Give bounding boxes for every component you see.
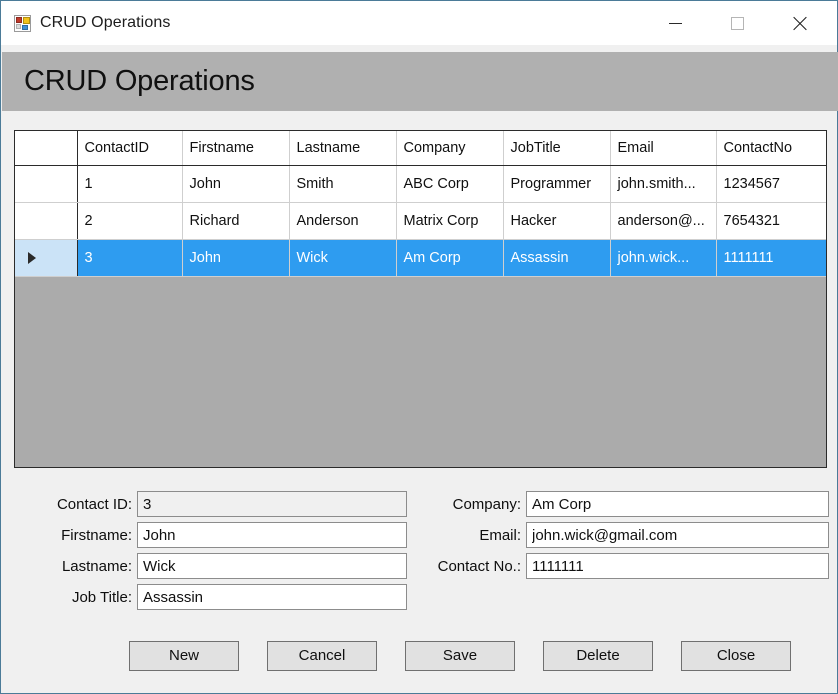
column-header-contactno[interactable]: ContactNo <box>716 131 826 166</box>
grid-empty-area <box>15 276 826 467</box>
company-input[interactable] <box>526 491 829 517</box>
delete-button[interactable]: Delete <box>543 641 653 671</box>
lastname-field-row: Lastname: <box>37 553 407 579</box>
cell-contactid[interactable]: 2 <box>77 202 183 240</box>
column-header-contactid[interactable]: ContactID <box>77 131 183 166</box>
app-icon-square-gray <box>16 23 21 29</box>
title-bar: CRUD Operations <box>1 1 837 45</box>
window-title: CRUD Operations <box>40 14 171 31</box>
cell-firstname[interactable]: John <box>182 239 290 277</box>
company-label: Company: <box>452 495 521 513</box>
close-button[interactable] <box>776 8 822 38</box>
cancel-button[interactable]: Cancel <box>267 641 377 671</box>
cell-company[interactable]: ABC Corp <box>396 165 504 203</box>
firstname-field-row: Firstname: <box>37 522 407 548</box>
maximize-icon <box>730 16 744 30</box>
firstname-label: Firstname: <box>61 526 132 544</box>
row-header-cell[interactable] <box>15 202 78 240</box>
cell-jobtitle[interactable]: Programmer <box>503 165 611 203</box>
row-header-cell[interactable] <box>15 165 78 203</box>
firstname-input[interactable] <box>137 522 407 548</box>
contact-id-label: Contact ID: <box>56 495 132 513</box>
app-grid-icon <box>14 14 31 32</box>
cell-firstname[interactable]: Richard <box>182 202 290 240</box>
email-field-row: Email: <box>421 522 829 548</box>
lastname-input[interactable] <box>137 553 407 579</box>
cell-email[interactable]: john.smith... <box>610 165 717 203</box>
app-icon-square-red <box>16 16 22 23</box>
cell-contactno[interactable]: 1111111 <box>716 239 826 277</box>
save-button[interactable]: Save <box>405 641 515 671</box>
new-button[interactable]: New <box>129 641 239 671</box>
app-icon-square-yellow <box>23 16 30 24</box>
contact-no-input[interactable] <box>526 553 829 579</box>
column-header-firstname[interactable]: Firstname <box>182 131 290 166</box>
cell-company[interactable]: Am Corp <box>396 239 504 277</box>
action-button-bar: New Cancel Save Delete Close <box>129 641 791 671</box>
row-header-cell-selected[interactable] <box>15 239 78 277</box>
cell-firstname[interactable]: John <box>182 165 290 203</box>
close-button[interactable]: Close <box>681 641 791 671</box>
page-title: CRUD Operations <box>24 65 255 97</box>
cell-contactno[interactable]: 1234567 <box>716 165 826 203</box>
cell-lastname[interactable]: Smith <box>289 165 397 203</box>
company-field-row: Company: <box>421 491 829 517</box>
contact-id-input[interactable] <box>137 491 407 517</box>
cell-email[interactable]: john.wick... <box>610 239 717 277</box>
contact-no-label: Contact No.: <box>437 557 521 575</box>
cell-company[interactable]: Matrix Corp <box>396 202 504 240</box>
column-header-email[interactable]: Email <box>610 131 717 166</box>
application-window: CRUD Operations CRUD Operations ContactI… <box>0 0 838 694</box>
email-label: Email: <box>479 526 521 544</box>
page-header-banner: CRUD Operations <box>2 52 838 111</box>
table-row-selected[interactable]: 3 John Wick Am Corp Assassin john.wick..… <box>15 239 826 277</box>
cell-jobtitle[interactable]: Assassin <box>503 239 611 277</box>
jobtitle-input[interactable] <box>137 584 407 610</box>
cell-contactid[interactable]: 3 <box>77 239 183 277</box>
cell-email[interactable]: anderson@... <box>610 202 717 240</box>
jobtitle-label: Job Title: <box>71 588 132 606</box>
contacts-data-grid[interactable]: ContactID Firstname Lastname Company Job… <box>14 130 827 468</box>
column-header-company[interactable]: Company <box>396 131 504 166</box>
table-row[interactable]: 2 Richard Anderson Matrix Corp Hacker an… <box>15 202 826 240</box>
table-row[interactable]: 1 John Smith ABC Corp Programmer john.sm… <box>15 165 826 203</box>
minimize-icon <box>668 22 682 24</box>
grid-corner-header[interactable] <box>15 131 78 166</box>
cell-lastname[interactable]: Wick <box>289 239 397 277</box>
email-input[interactable] <box>526 522 829 548</box>
maximize-button[interactable] <box>714 8 760 38</box>
minimize-button[interactable] <box>652 8 698 38</box>
cell-contactid[interactable]: 1 <box>77 165 183 203</box>
grid-header-row: ContactID Firstname Lastname Company Job… <box>15 131 826 166</box>
close-icon <box>792 16 807 31</box>
column-header-lastname[interactable]: Lastname <box>289 131 397 166</box>
cell-lastname[interactable]: Anderson <box>289 202 397 240</box>
app-icon-square-blue <box>22 24 28 30</box>
data-grid-table: ContactID Firstname Lastname Company Job… <box>15 131 826 277</box>
column-header-jobtitle[interactable]: JobTitle <box>503 131 611 166</box>
cell-jobtitle[interactable]: Hacker <box>503 202 611 240</box>
contact-no-field-row: Contact No.: <box>421 553 829 579</box>
jobtitle-field-row: Job Title: <box>37 584 407 610</box>
lastname-label: Lastname: <box>61 557 132 575</box>
cell-contactno[interactable]: 7654321 <box>716 202 826 240</box>
contact-id-field-row: Contact ID: <box>37 491 407 517</box>
row-selector-triangle-icon <box>28 251 36 264</box>
